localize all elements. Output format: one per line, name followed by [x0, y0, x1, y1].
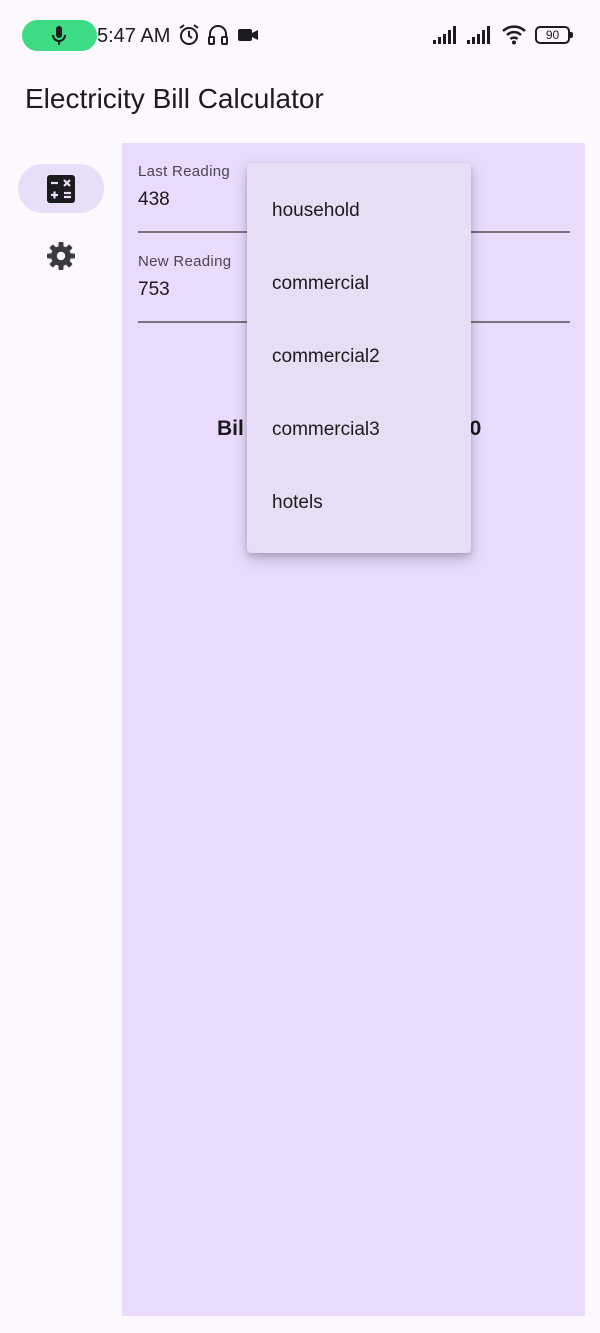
new-reading-value[interactable]: 753: [138, 278, 170, 302]
last-reading-value[interactable]: 438: [138, 188, 170, 212]
status-time: 5:47 AM: [97, 25, 171, 47]
gear-icon: [47, 242, 75, 270]
wifi-icon: [502, 25, 526, 45]
alarm-icon: [179, 24, 199, 45]
headset-icon: [208, 25, 228, 45]
navigation-rail: [0, 143, 122, 1316]
battery-indicator: 90: [535, 26, 573, 44]
menu-item-hotels[interactable]: hotels: [247, 466, 471, 539]
menu-item-commercial2[interactable]: commercial2: [247, 320, 471, 393]
calculator-icon: [47, 175, 75, 203]
category-dropdown-menu: household commercial commercial2 commerc…: [247, 163, 471, 553]
status-bar: 5:47 AM 90: [0, 0, 600, 72]
last-reading-label: Last Reading: [138, 163, 230, 180]
app-title: Electricity Bill Calculator: [25, 83, 324, 114]
nav-item-settings[interactable]: [18, 231, 104, 280]
microphone-icon: [52, 26, 66, 45]
video-call-icon: [238, 29, 258, 41]
nav-item-calculator[interactable]: [18, 164, 104, 213]
signal-icon: [433, 26, 456, 44]
menu-item-commercial3[interactable]: commercial3: [247, 393, 471, 466]
signal-icon: [467, 26, 490, 44]
menu-item-commercial[interactable]: commercial: [247, 247, 471, 320]
menu-item-household[interactable]: household: [247, 174, 471, 247]
microphone-indicator: [22, 20, 97, 51]
new-reading-label: New Reading: [138, 253, 232, 270]
bill-result-label: Bil: [217, 417, 244, 440]
